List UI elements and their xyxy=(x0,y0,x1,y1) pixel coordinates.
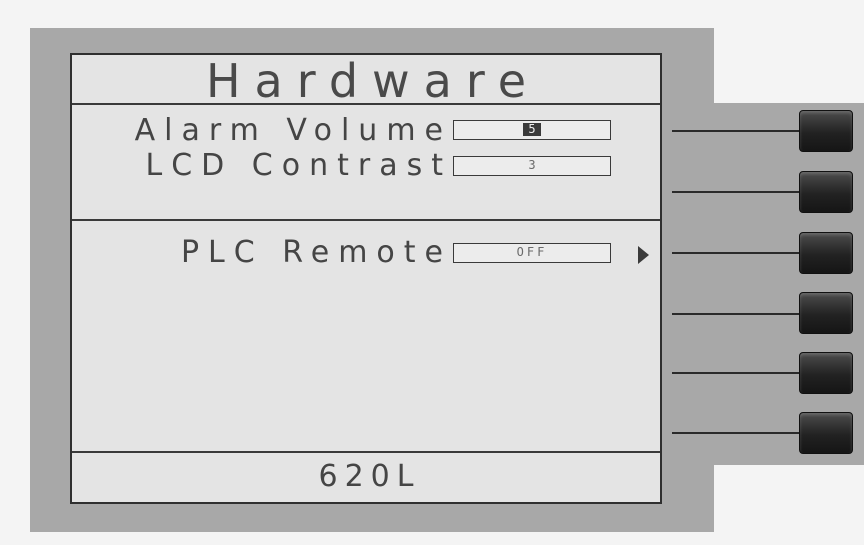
softkey-line-3 xyxy=(672,252,802,254)
softkey-bezel xyxy=(705,103,864,465)
softkey-6-button[interactable] xyxy=(799,412,853,454)
title-divider xyxy=(72,103,660,105)
softkey-4-button[interactable] xyxy=(799,292,853,334)
plc-remote-field[interactable]: OFF xyxy=(453,243,611,263)
softkey-2-button[interactable] xyxy=(799,171,853,213)
instrument-panel: Hardware Alarm Volume 5 LCD Contrast 3 P… xyxy=(0,0,864,545)
right-arrow-icon xyxy=(638,246,649,264)
softkey-line-6 xyxy=(672,432,802,434)
lcd-screen: Hardware Alarm Volume 5 LCD Contrast 3 P… xyxy=(70,53,662,504)
alarm-volume-value: 5 xyxy=(523,123,541,136)
softkey-5-button[interactable] xyxy=(799,352,853,394)
softkey-line-4 xyxy=(672,313,802,315)
softkey-3-button[interactable] xyxy=(799,232,853,274)
softkey-1-button[interactable] xyxy=(799,110,853,152)
alarm-volume-label: Alarm Volume xyxy=(134,113,452,148)
plc-remote-label: PLC Remote xyxy=(180,235,452,270)
softkey-line-1 xyxy=(672,130,802,132)
plc-remote-value: OFF xyxy=(516,245,548,259)
softkey-line-5 xyxy=(672,372,802,374)
page-title: Hardware xyxy=(205,54,541,108)
alarm-volume-field[interactable]: 5 xyxy=(453,120,611,140)
softkey-line-2 xyxy=(672,191,802,193)
lcd-contrast-value: 3 xyxy=(528,158,536,172)
model-number: 620L xyxy=(318,459,421,494)
section-divider xyxy=(72,219,660,221)
lcd-contrast-label: LCD Contrast xyxy=(145,148,452,183)
lcd-contrast-field[interactable]: 3 xyxy=(453,156,611,176)
